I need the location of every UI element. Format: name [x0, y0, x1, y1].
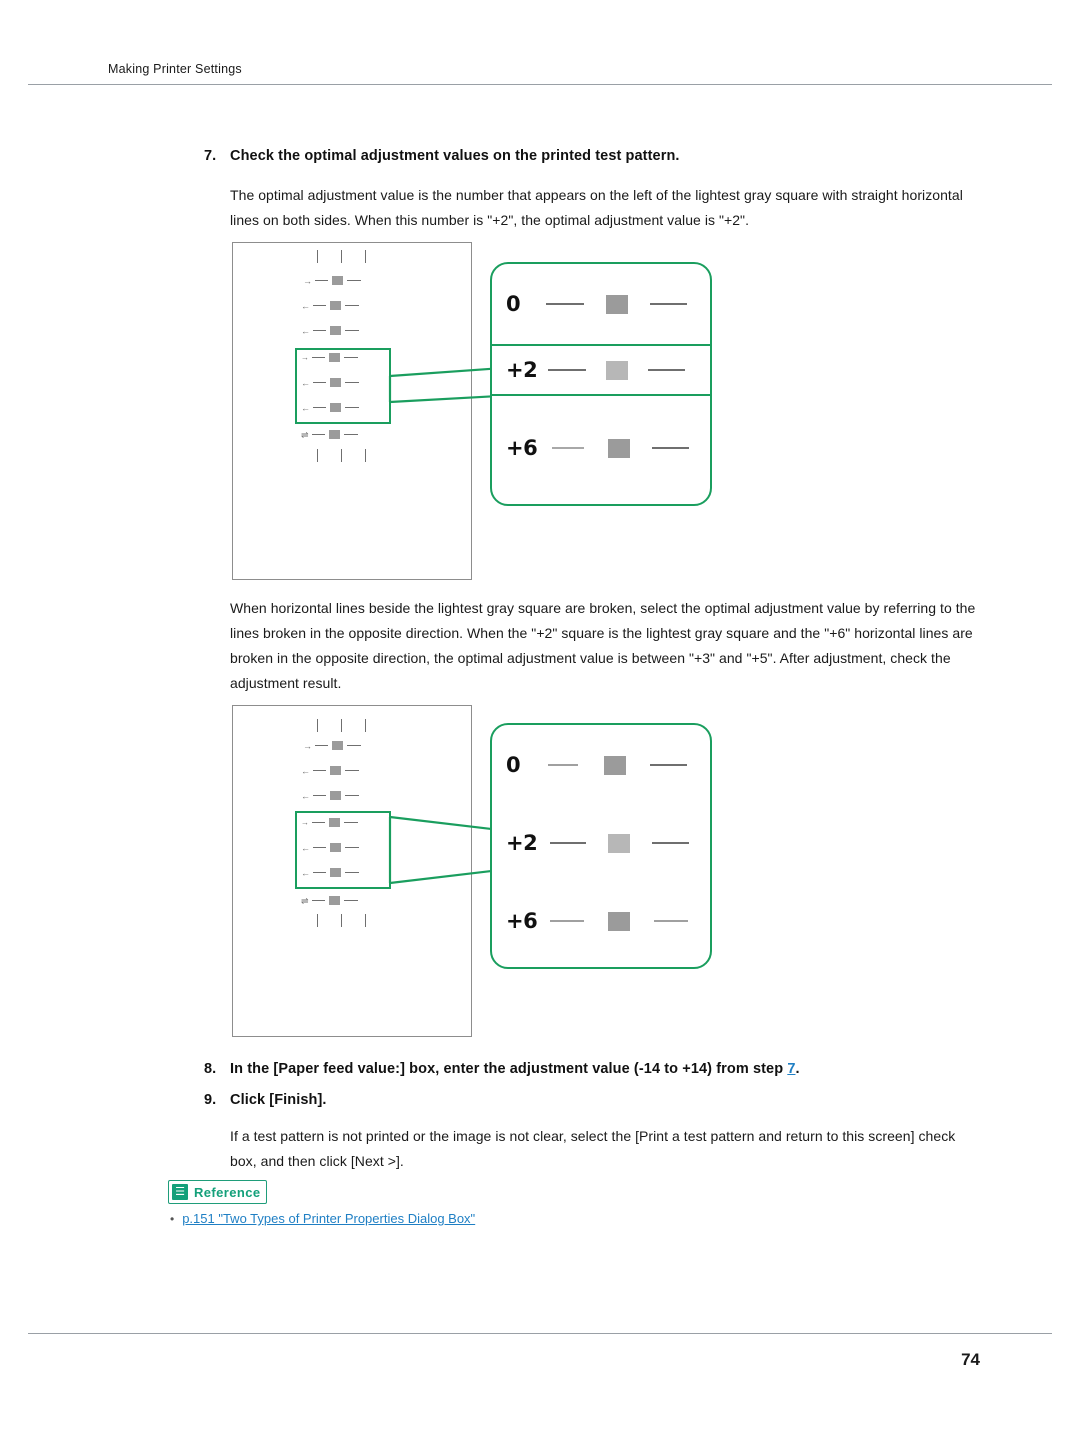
pattern-row-2-2: ←: [301, 766, 359, 775]
callout-row-2-0: 0: [506, 753, 696, 777]
step-8: 8. In the [Paper feed value:] box, enter…: [204, 1061, 1004, 1077]
reference-badge: ☰ Reference: [168, 1180, 268, 1204]
book-icon: ☰: [172, 1184, 188, 1200]
test-pattern-figure-straight-lines: → ← ← → ← ← ⇌ 0 +2 +6: [232, 242, 712, 582]
tick-row-bottom-2: [317, 914, 366, 927]
document-page: Making Printer Settings 7. Check the opt…: [0, 0, 1080, 1437]
step-8-number: 8.: [204, 1061, 217, 1077]
step-7-title: Check the optimal adjustment values on t…: [230, 148, 680, 164]
pattern-row-2-5: ←: [301, 843, 359, 852]
pattern-row-2-4: →: [301, 818, 358, 827]
callout-label-1-1: +2: [506, 358, 538, 382]
step-9-body: If a test pattern is not printed or the …: [230, 1128, 956, 1169]
callout-label-2-2: +6: [506, 909, 538, 933]
callout-label-2-0: 0: [506, 753, 521, 777]
tick-row-top-1: [317, 250, 366, 263]
tick-row-bottom-1: [317, 449, 366, 462]
reference-badge-label: Reference: [194, 1184, 261, 1200]
callout-row-2-1: +2: [506, 831, 696, 855]
pattern-row-2-7: ⇌: [301, 896, 358, 905]
pattern-row-1-3: ←: [301, 326, 359, 335]
step-9-number: 9.: [204, 1092, 217, 1108]
callout-row-2-2: +6: [506, 909, 696, 933]
callout-label-2-1: +2: [506, 831, 538, 855]
callout-row-1-2: +6: [506, 436, 696, 460]
pattern-row-1-2: ←: [301, 301, 359, 310]
step-8-title-pre: In the [Paper feed value:] box, enter th…: [230, 1061, 788, 1077]
step-8-title-post: .: [795, 1061, 800, 1077]
callout-panel-1: 0 +2 +6: [490, 262, 712, 506]
step-7-number: 7.: [204, 148, 217, 164]
footer-divider: [28, 1333, 1052, 1334]
step-9: 9. Click [Finish].: [204, 1092, 1004, 1108]
callout-row-1-0: 0: [506, 292, 696, 316]
pattern-row-1-7: ⇌: [301, 430, 358, 439]
header-divider: [28, 84, 1052, 85]
step-8-title: In the [Paper feed value:] box, enter th…: [230, 1061, 800, 1077]
pattern-row-1-5: ←: [301, 378, 359, 387]
step-7-body: The optimal adjustment value is the numb…: [230, 187, 963, 228]
pattern-row-1-4: →: [301, 353, 358, 362]
page-number: 74: [961, 1350, 980, 1369]
pattern-row-2-3: ←: [301, 791, 359, 800]
pattern-row-2-6: ←: [301, 868, 359, 877]
test-pattern-figure-broken-lines: → ← ← → ← ← ⇌ 0 +2 +6: [232, 705, 712, 1040]
reference-link[interactable]: p.151 "Two Types of Printer Properties D…: [182, 1211, 475, 1226]
callout-label-1-0: 0: [506, 292, 521, 316]
pattern-row-2-1: →: [303, 741, 361, 750]
step-9-title: Click [Finish].: [230, 1092, 327, 1108]
middle-paragraph: When horizontal lines beside the lightes…: [230, 600, 976, 691]
step-7: 7. Check the optimal adjustment values o…: [204, 148, 1004, 164]
tick-row-top-2: [317, 719, 366, 732]
pattern-row-1-6: ←: [301, 403, 359, 412]
callout-label-1-2: +6: [506, 436, 538, 460]
pattern-row-1-1: →: [303, 276, 361, 285]
callout-row-1-1: +2: [506, 358, 696, 382]
reference-bullet: •: [170, 1212, 175, 1226]
page-header-title: Making Printer Settings: [108, 62, 242, 76]
reference-list-item: • p.151 "Two Types of Printer Properties …: [170, 1211, 475, 1226]
callout-panel-2: 0 +2 +6: [490, 723, 712, 969]
